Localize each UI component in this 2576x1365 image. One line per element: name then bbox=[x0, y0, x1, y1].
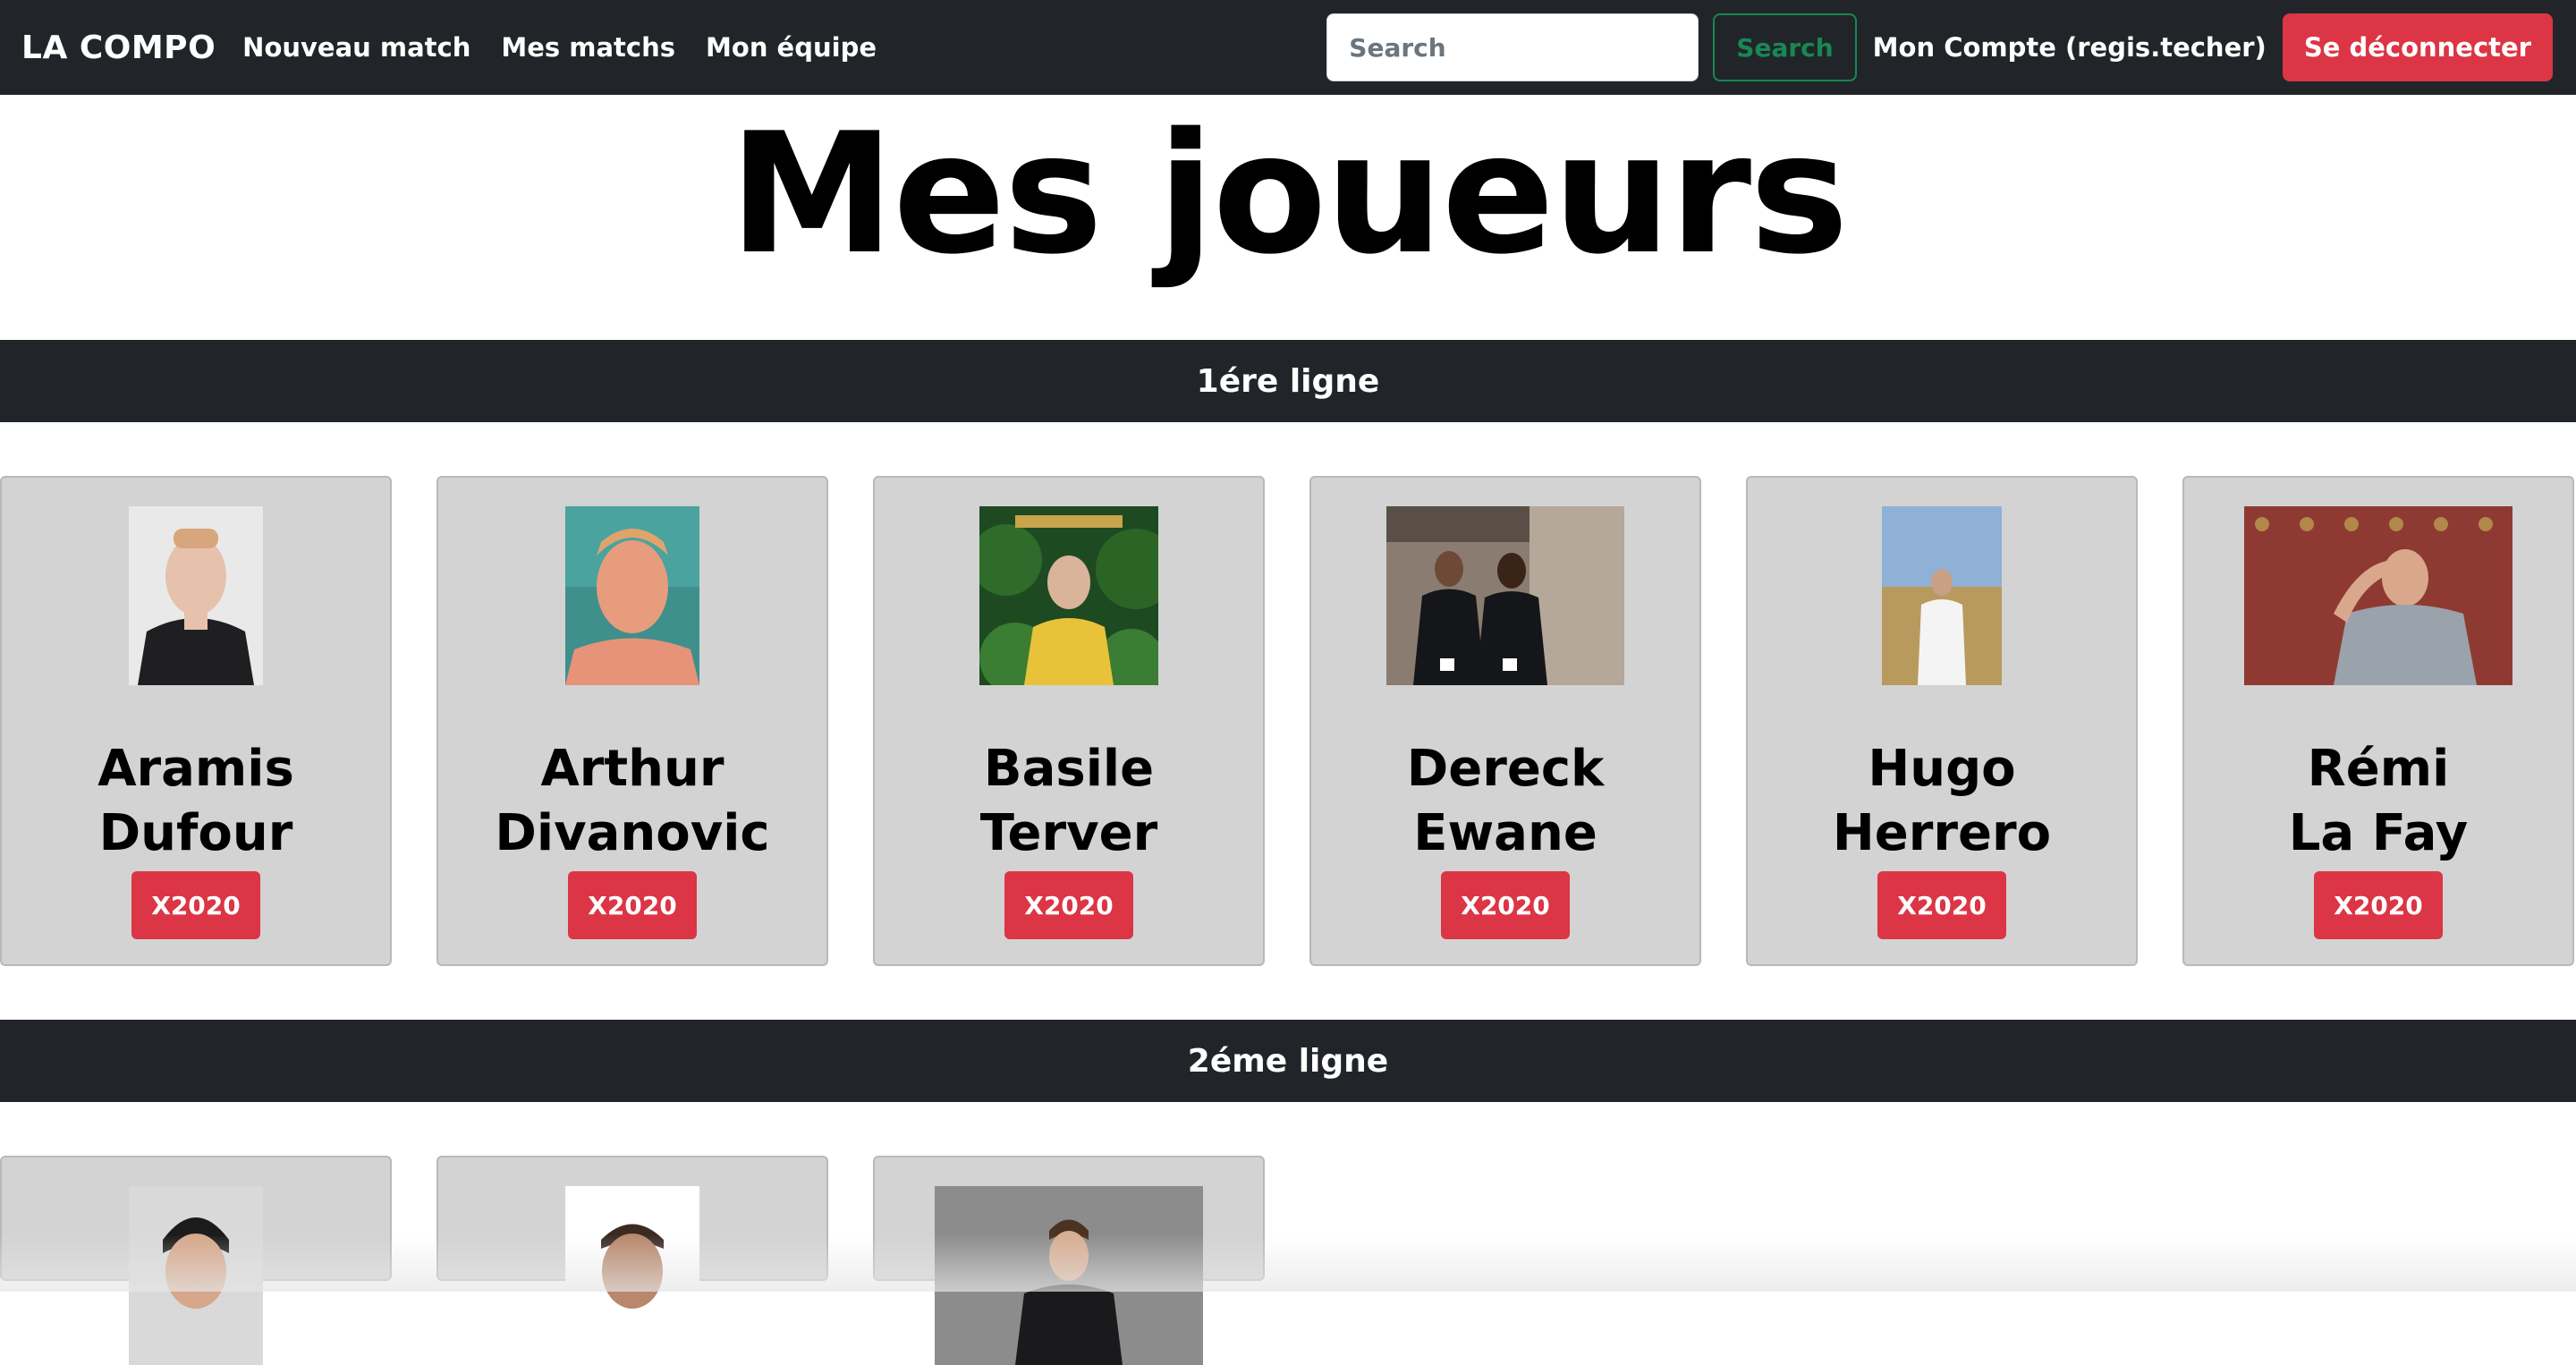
player-badge[interactable]: X2020 bbox=[1441, 871, 1570, 939]
navbar: LA COMPO Nouveau match Mes matchs Mon éq… bbox=[0, 0, 2576, 95]
player-badge[interactable]: X2020 bbox=[131, 871, 260, 939]
player-photo bbox=[565, 506, 699, 685]
player-photo bbox=[2244, 506, 2512, 685]
player-card[interactable]: Aramis Dufour X2020 bbox=[0, 476, 392, 966]
player-first-name: Hugo bbox=[1868, 740, 2016, 798]
player-photo bbox=[129, 506, 263, 685]
player-last-name: Ewane bbox=[1413, 804, 1597, 862]
player-first-name: Rémi bbox=[2307, 740, 2450, 798]
player-card[interactable] bbox=[873, 1156, 1265, 1365]
player-first-name: Aramis bbox=[97, 740, 294, 798]
player-name: Rémi La Fay bbox=[2184, 737, 2572, 866]
player-first-name: Basile bbox=[983, 740, 1155, 798]
player-last-name: Terver bbox=[979, 804, 1158, 862]
page-title: Mes joueurs bbox=[729, 97, 1849, 291]
nav-link-mes-matchs[interactable]: Mes matchs bbox=[501, 32, 675, 63]
player-name: Dereck Ewane bbox=[1311, 737, 1699, 866]
section-header-2eme-ligne: 2éme ligne bbox=[0, 1020, 2576, 1102]
player-name: Arthur Divanovic bbox=[438, 737, 826, 866]
player-badge[interactable]: X2020 bbox=[1004, 871, 1133, 939]
nav-link-nouveau-match[interactable]: Nouveau match bbox=[242, 32, 470, 63]
player-name: Aramis Dufour bbox=[2, 737, 390, 866]
account-link[interactable]: Mon Compte (regis.techer) bbox=[1873, 32, 2267, 63]
player-card[interactable] bbox=[436, 1156, 828, 1365]
search-input[interactable] bbox=[1326, 13, 1699, 81]
player-card[interactable]: Arthur Divanovic X2020 bbox=[436, 476, 828, 966]
player-card[interactable] bbox=[0, 1156, 392, 1365]
player-name: Hugo Herrero bbox=[1748, 737, 2136, 866]
player-card[interactable]: Rémi La Fay X2020 bbox=[2182, 476, 2574, 966]
player-photo bbox=[565, 1186, 699, 1365]
player-card[interactable]: Basile Terver X2020 bbox=[873, 476, 1265, 966]
player-last-name: Herrero bbox=[1832, 804, 2052, 862]
brand-logo[interactable]: LA COMPO bbox=[21, 30, 216, 66]
logout-button[interactable]: Se déconnecter bbox=[2282, 13, 2553, 81]
player-badge[interactable]: X2020 bbox=[568, 871, 697, 939]
player-last-name: Divanovic bbox=[495, 804, 770, 862]
section-header-1ere-ligne: 1ére ligne bbox=[0, 340, 2576, 422]
player-badge[interactable]: X2020 bbox=[2314, 871, 2443, 939]
nav-right: Search Mon Compte (regis.techer) Se déco… bbox=[1326, 13, 2576, 81]
player-photo bbox=[935, 1186, 1203, 1365]
nav-links: Nouveau match Mes matchs Mon équipe bbox=[242, 32, 907, 63]
player-photo bbox=[1882, 506, 2002, 685]
player-name: Basile Terver bbox=[875, 737, 1263, 866]
player-photo bbox=[129, 1186, 263, 1365]
player-card[interactable]: Dereck Ewane X2020 bbox=[1309, 476, 1701, 966]
nav-link-mon-equipe[interactable]: Mon équipe bbox=[706, 32, 877, 63]
player-photo bbox=[1386, 506, 1624, 685]
player-first-name: Dereck bbox=[1406, 740, 1605, 798]
player-last-name: Dufour bbox=[98, 804, 293, 862]
player-card[interactable]: Hugo Herrero X2020 bbox=[1746, 476, 2138, 966]
search-button[interactable]: Search bbox=[1713, 13, 1857, 81]
player-last-name: La Fay bbox=[2288, 804, 2469, 862]
player-photo bbox=[979, 506, 1158, 685]
player-first-name: Arthur bbox=[540, 740, 724, 798]
player-badge[interactable]: X2020 bbox=[1877, 871, 2006, 939]
